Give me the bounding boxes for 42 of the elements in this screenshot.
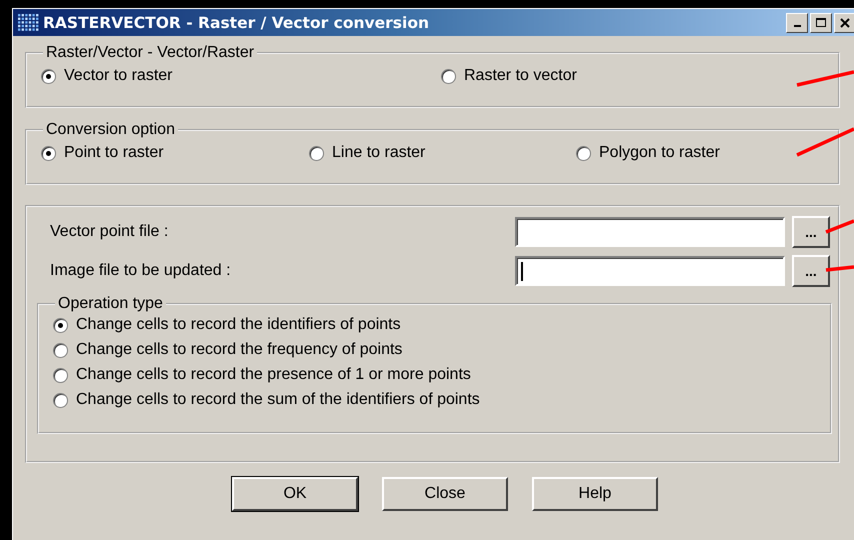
radio-button[interactable] xyxy=(53,392,68,408)
dialog-button[interactable]: OK xyxy=(232,477,358,511)
field-label: Image file to be updated : xyxy=(49,262,232,280)
grid-icon xyxy=(17,12,39,32)
radio-label[interactable]: Raster to vector xyxy=(464,67,577,85)
radio-label[interactable]: Change cells to record the presence of 1 or more points xyxy=(76,366,471,384)
browse-button[interactable]: ... xyxy=(792,216,830,248)
radio-button[interactable] xyxy=(576,146,591,160)
close-button[interactable] xyxy=(834,12,854,32)
radio-button[interactable] xyxy=(41,68,56,84)
radio-label[interactable]: Change cells to record the identifiers of points xyxy=(76,316,401,334)
maximize-icon xyxy=(815,16,827,28)
radio-label[interactable]: Point to raster xyxy=(64,144,164,162)
group-title: Raster/Vector - Vector/Raster xyxy=(45,44,256,62)
radio-button[interactable] xyxy=(309,146,324,160)
input-field[interactable] xyxy=(515,217,785,247)
group-title: Operation type xyxy=(57,295,164,313)
radio-label[interactable]: Polygon to raster xyxy=(599,144,720,162)
dialog-button[interactable]: Help xyxy=(532,477,658,511)
minimize-icon xyxy=(794,25,800,27)
minimize-button[interactable] xyxy=(786,12,808,32)
radio-label[interactable]: Vector to raster xyxy=(64,67,172,85)
close-icon xyxy=(839,16,851,28)
leader-line xyxy=(796,127,854,157)
leader-line xyxy=(826,265,854,272)
radio-button[interactable] xyxy=(53,342,68,358)
leader-line xyxy=(825,219,854,234)
maximize-button[interactable] xyxy=(810,12,832,32)
group-title: Conversion option xyxy=(45,121,176,139)
radio-button[interactable] xyxy=(41,146,56,160)
input-field[interactable] xyxy=(515,256,785,286)
radio-button[interactable] xyxy=(441,68,456,84)
radio-button[interactable] xyxy=(53,368,68,382)
field-label: Vector point file : xyxy=(49,223,170,241)
window-title: RASTERVECTOR - Raster / Vector conversion xyxy=(43,14,430,32)
browse-button[interactable]: ... xyxy=(792,255,830,287)
radio-label[interactable]: Change cells to record the frequency of points xyxy=(76,341,402,359)
leader-line xyxy=(796,70,854,87)
radio-button[interactable] xyxy=(53,318,68,332)
radio-label[interactable]: Line to raster xyxy=(332,144,426,162)
radio-label[interactable]: Change cells to record the sum of the identifiers of points xyxy=(76,391,480,409)
dialog-button[interactable]: Close xyxy=(382,477,508,511)
